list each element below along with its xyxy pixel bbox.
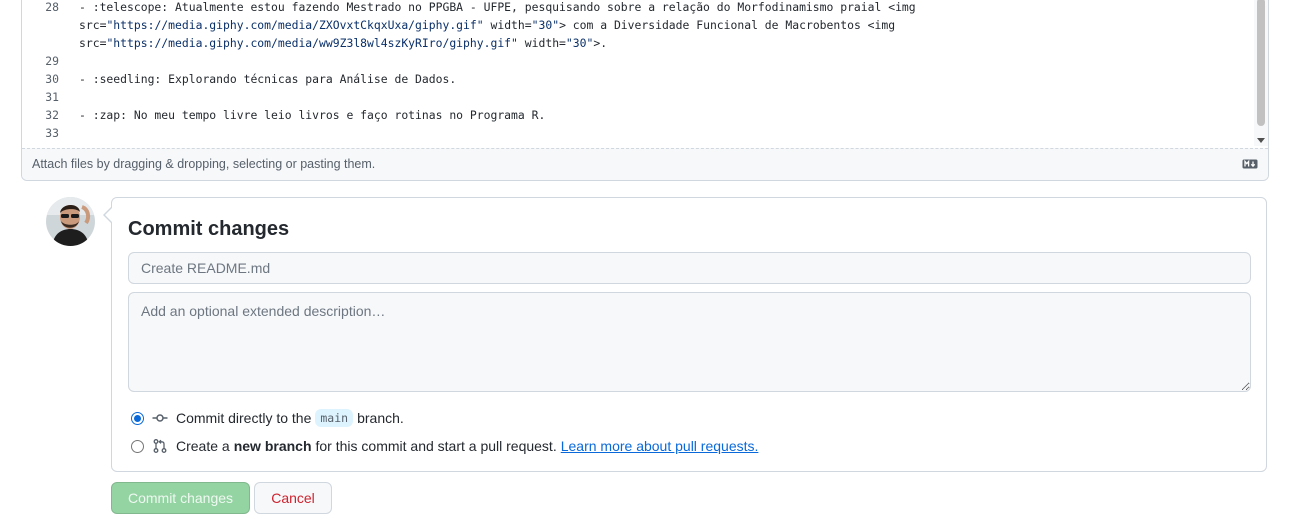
line-text: - :seedling: Explorando técnicas para An… xyxy=(79,70,456,88)
string-token: "30" xyxy=(531,18,560,32)
text-token: src= xyxy=(79,18,107,32)
code-line[interactable]: src="https://media.giphy.com/media/ZXOvx… xyxy=(22,16,1254,34)
text-token: src= xyxy=(79,36,107,50)
line-number: 30 xyxy=(45,72,59,86)
string-token: "https://media.giphy.com/media/ZXOvxtCkq… xyxy=(106,18,484,32)
commit-form-title: Commit changes xyxy=(128,218,290,240)
commit-changes-button[interactable]: Commit changes xyxy=(111,482,250,514)
new-branch-text: Create a xyxy=(176,438,230,454)
code-line[interactable]: 33 xyxy=(22,124,1254,142)
string-token: "https://media.giphy.com/media/ww9Z3l8wl… xyxy=(106,36,518,50)
code-line[interactable]: 31 xyxy=(22,88,1254,106)
code-line[interactable]: src="https://media.giphy.com/media/ww9Z3… xyxy=(22,34,1254,52)
line-text: src="https://media.giphy.com/media/ZXOvx… xyxy=(79,16,895,34)
markdown-icon xyxy=(1242,159,1258,169)
new-branch-bold: new branch xyxy=(233,438,312,454)
scroll-down-arrow-icon[interactable] xyxy=(1257,138,1265,143)
git-commit-icon xyxy=(152,414,168,422)
commit-direct-option[interactable]: Commit directly to the main branch. xyxy=(131,408,404,428)
code-line[interactable]: 28 - :telescope: Atualmente estou fazendo… xyxy=(22,0,1254,16)
commit-summary-input[interactable] xyxy=(128,252,1251,284)
branch-name-pill: main xyxy=(315,409,354,427)
text-token: width= xyxy=(517,36,566,50)
line-number: 28 xyxy=(45,0,59,14)
line-text: src="https://media.giphy.com/media/ww9Z3… xyxy=(79,34,607,52)
line-number: 33 xyxy=(45,126,59,140)
line-number: 31 xyxy=(45,90,59,104)
scrollbar-thumb[interactable] xyxy=(1257,0,1265,126)
code-line[interactable]: 29 xyxy=(22,52,1254,70)
text-token: - :telescope: Atualmente estou fazendo M… xyxy=(79,0,916,14)
string-token: "30" xyxy=(565,36,594,50)
editor-scrollbar[interactable] xyxy=(1254,0,1268,146)
commit-direct-text: Commit directly to the xyxy=(176,410,312,426)
commit-direct-radio[interactable] xyxy=(131,411,144,425)
file-editor[interactable]: 28 - :telescope: Atualmente estou fazendo… xyxy=(21,0,1269,181)
user-avatar xyxy=(46,197,95,246)
line-number: 29 xyxy=(45,54,59,68)
text-token: - :zap: No meu tempo livre leio livros e… xyxy=(79,108,546,122)
line-text: - :zap: No meu tempo livre leio livros e… xyxy=(79,106,545,124)
new-branch-radio[interactable] xyxy=(131,439,144,453)
new-branch-suffix: for this commit and start a pull request… xyxy=(315,438,557,454)
text-token: width= xyxy=(483,18,532,32)
code-line[interactable]: 32 - :zap: No meu tempo livre leio livros… xyxy=(22,106,1254,124)
attach-files-hint: Attach files by dragging & dropping, sel… xyxy=(32,157,376,171)
text-token: >. xyxy=(593,36,608,50)
line-number: 32 xyxy=(45,108,59,122)
pull-requests-help-link[interactable]: Learn more about pull requests. xyxy=(561,438,759,454)
commit-direct-suffix: branch. xyxy=(357,410,404,426)
new-branch-option[interactable]: Create a new branch for this commit and … xyxy=(131,436,758,456)
git-pull-request-icon xyxy=(153,439,167,453)
commit-description-input[interactable] xyxy=(128,292,1251,392)
code-line[interactable]: 30 - :seedling: Explorando técnicas para … xyxy=(22,70,1254,88)
line-text: - :telescope: Atualmente estou fazendo M… xyxy=(79,0,916,16)
text-token: - :seedling: Explorando técnicas para An… xyxy=(79,72,457,86)
attach-files-bar[interactable]: Attach files by dragging & dropping, sel… xyxy=(22,148,1268,180)
cancel-button[interactable]: Cancel xyxy=(254,482,332,514)
code-area[interactable]: 28 - :telescope: Atualmente estou fazendo… xyxy=(22,0,1254,145)
text-token: > com a Diversidade Funcional de Macrobe… xyxy=(559,18,896,32)
